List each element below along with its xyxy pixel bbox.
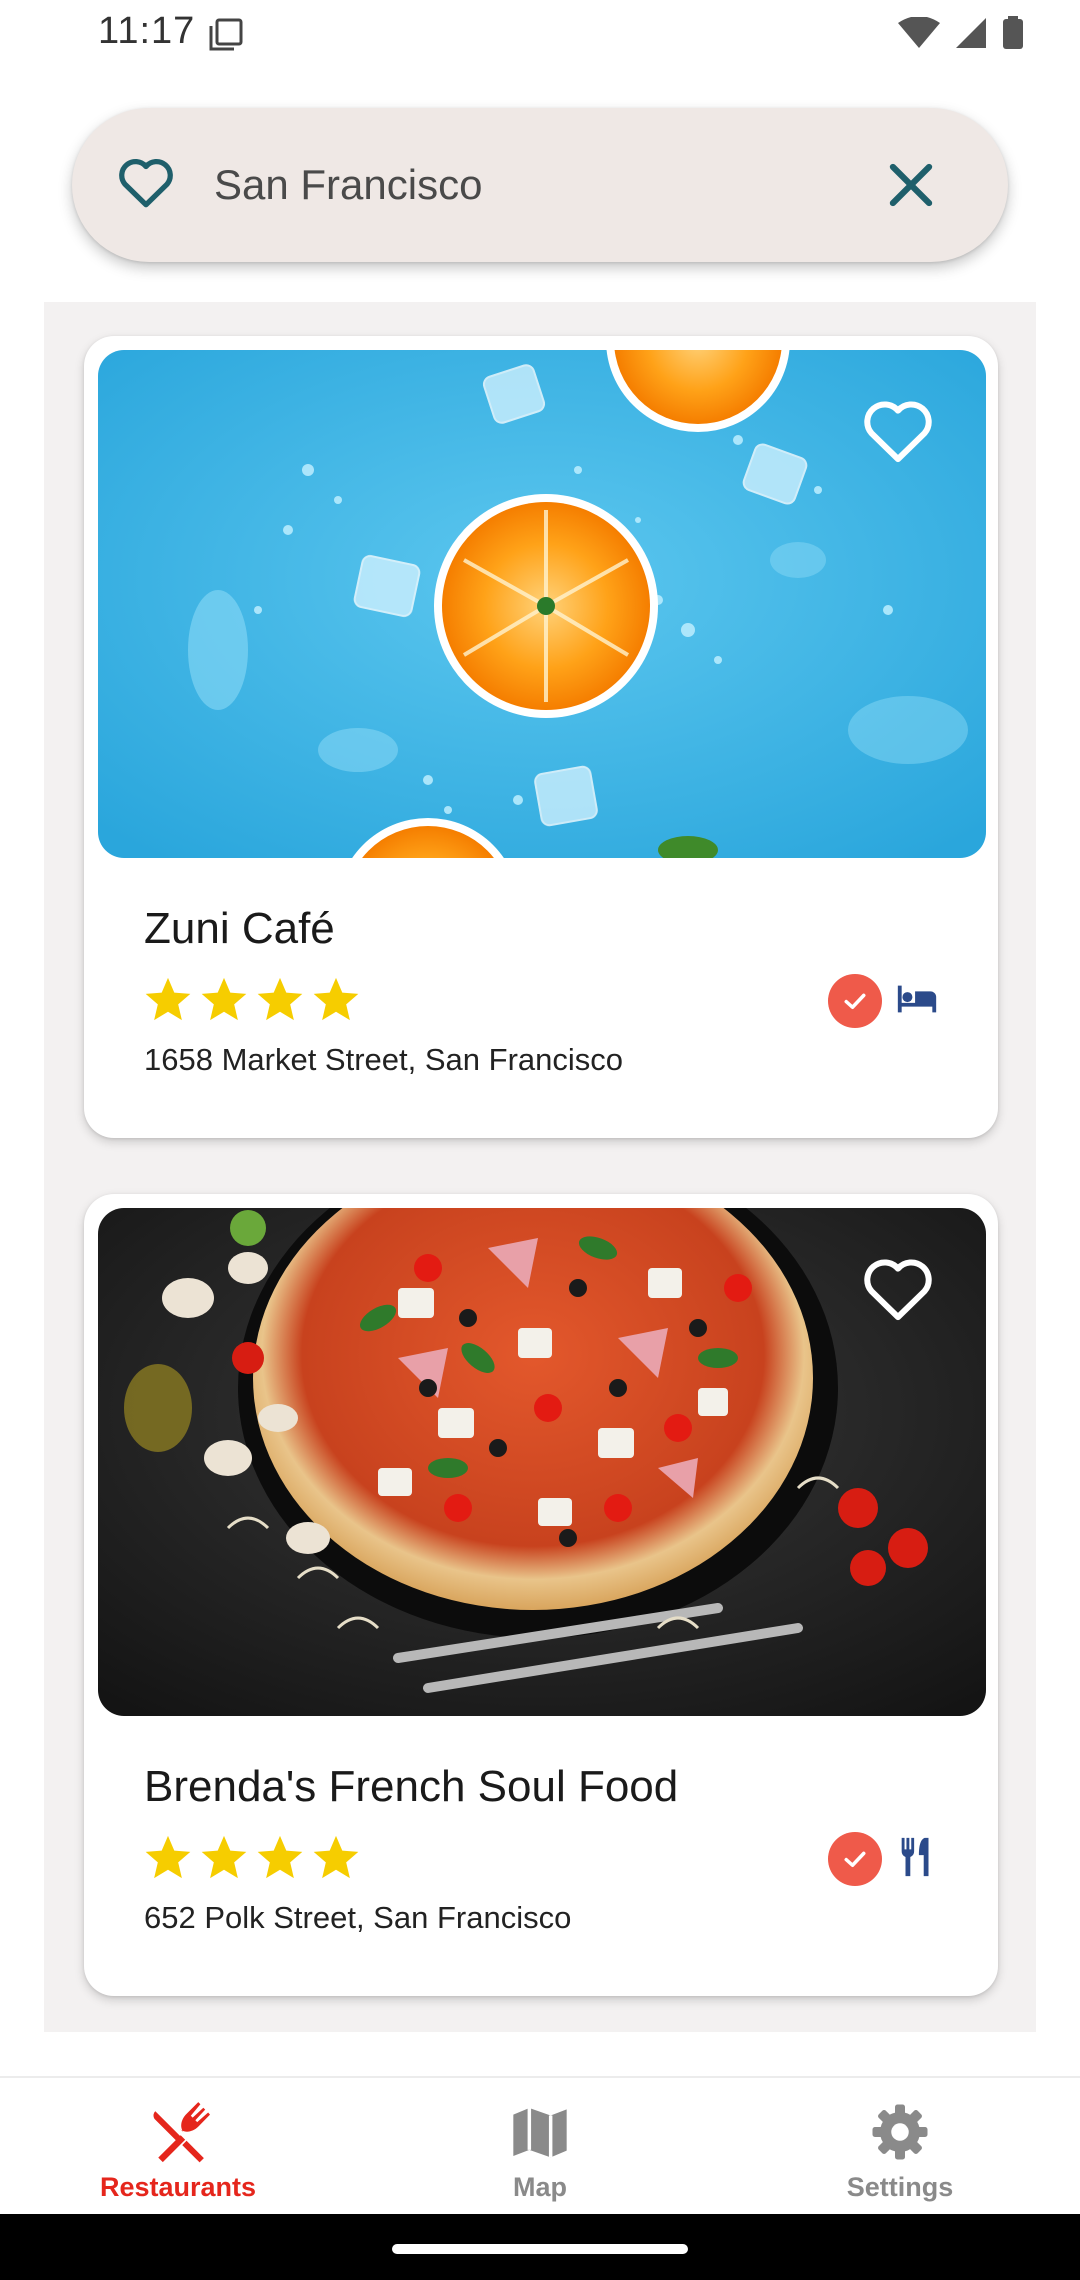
- status-time: 11:17: [98, 10, 196, 52]
- clear-search-button[interactable]: [880, 154, 942, 221]
- system-navigation-bar: [0, 2214, 1080, 2280]
- nav-label: Map: [513, 2172, 567, 2202]
- close-icon: [889, 163, 933, 207]
- restaurant-address: 1658 Market Street, San Francisco: [144, 1042, 624, 1077]
- star-rating: [142, 974, 362, 1026]
- search-input[interactable]: [214, 150, 854, 220]
- restaurant-card[interactable]: Zuni Café 1658 Market Street, San Franci…: [84, 336, 998, 1138]
- star-icon: [313, 977, 359, 1021]
- signal-icon: [954, 17, 988, 54]
- battery-icon: [1002, 16, 1024, 55]
- restaurant-icon: [146, 2100, 210, 2164]
- star-icon: [145, 977, 191, 1021]
- nav-map[interactable]: Map: [410, 2078, 670, 2216]
- gear-icon: [870, 2100, 930, 2164]
- home-gesture-handle[interactable]: [392, 2244, 688, 2254]
- star-rating: [142, 1832, 362, 1884]
- star-icon: [201, 1835, 247, 1879]
- wifi-icon: [898, 16, 940, 54]
- favorite-heart-icon[interactable]: [860, 1252, 936, 1327]
- star-icon: [201, 977, 247, 1021]
- star-icon: [257, 1835, 303, 1879]
- notification-icon: [208, 18, 244, 57]
- check-badge-icon: [828, 1832, 882, 1886]
- nav-restaurants[interactable]: Restaurants: [48, 2078, 308, 2216]
- restaurant-image: [98, 350, 986, 858]
- star-icon: [257, 977, 303, 1021]
- restaurant-name: Brenda's French Soul Food: [144, 1762, 679, 1811]
- favorite-heart-icon[interactable]: [860, 394, 936, 469]
- fork-knife-icon: [894, 1834, 940, 1885]
- check-badge-icon: [828, 974, 882, 1028]
- nav-label: Restaurants: [99, 2172, 257, 2202]
- star-icon: [313, 1835, 359, 1879]
- restaurant-address: 652 Polk Street, San Francisco: [144, 1900, 572, 1935]
- status-bar: 11:17: [0, 0, 1080, 66]
- map-icon: [508, 2100, 572, 2164]
- bottom-navigation: Restaurants Map Settings: [0, 2076, 1080, 2214]
- favorites-heart-icon[interactable]: [116, 153, 176, 214]
- star-icon: [145, 1835, 191, 1879]
- nav-label: Settings: [846, 2172, 954, 2202]
- bed-icon: [894, 976, 940, 1027]
- nav-settings[interactable]: Settings: [770, 2078, 1030, 2216]
- search-bar: [72, 108, 1008, 262]
- restaurant-image: [98, 1208, 986, 1716]
- restaurant-card[interactable]: Brenda's French Soul Food 652 Polk Stree…: [84, 1194, 998, 1996]
- restaurant-name: Zuni Café: [144, 904, 335, 953]
